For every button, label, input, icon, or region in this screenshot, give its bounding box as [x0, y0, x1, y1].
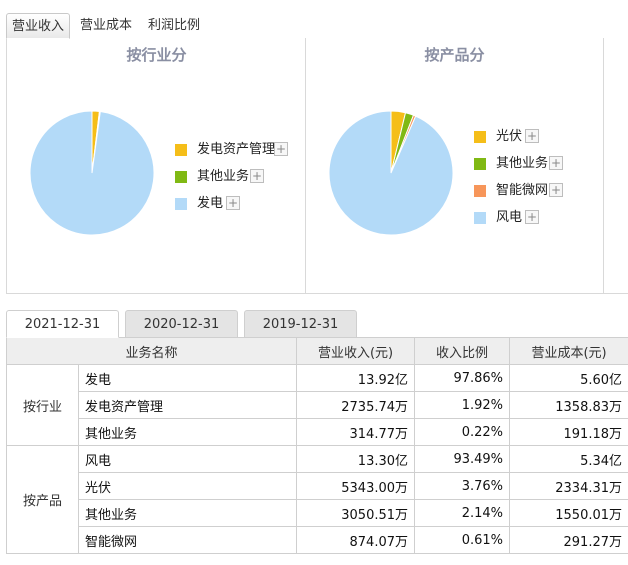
industry-chart-panel: 按行业分 发电资产管理 + 其他业务 + 发电 + — [6, 38, 307, 294]
row-revenue: 2735.74万 — [296, 391, 416, 419]
row-revenue: 13.92亿 — [296, 364, 416, 392]
row-ratio: 0.22% — [414, 418, 511, 446]
product-chart-title: 按产品分 — [424, 46, 485, 64]
row-name: 风电 — [77, 445, 298, 473]
row-ratio: 3.76% — [414, 472, 511, 500]
tab-date-2020[interactable]: 2020-12-31 — [125, 310, 238, 338]
row-name: 发电资产管理 — [77, 391, 298, 419]
expand-plus-icon[interactable]: + — [226, 196, 240, 210]
expand-plus-icon[interactable]: + — [525, 129, 539, 143]
header-ratio: 收入比例 — [414, 337, 511, 365]
row-ratio: 0.61% — [414, 526, 511, 554]
header-business-name: 业务名称 — [6, 337, 298, 365]
industry-chart-title: 按行业分 — [126, 46, 187, 64]
legend-swatch — [474, 212, 486, 224]
row-cost: 1358.83万 — [509, 391, 628, 419]
row-ratio: 93.49% — [414, 445, 511, 473]
row-revenue: 5343.00万 — [296, 472, 416, 500]
pie-slice-3[interactable] — [29, 110, 155, 236]
row-revenue: 13.30亿 — [296, 445, 416, 473]
group-cell-product: 按产品 — [6, 445, 79, 554]
row-cost: 291.27万 — [509, 526, 628, 554]
legend-swatch — [474, 158, 486, 170]
row-ratio: 97.86% — [414, 364, 511, 392]
row-cost: 5.60亿 — [509, 364, 628, 392]
expand-plus-icon[interactable]: + — [250, 169, 264, 183]
row-name: 其他业务 — [77, 499, 298, 527]
row-name: 光伏 — [77, 472, 298, 500]
table-row: 发电资产管理 2735.74万 1.92% 1358.83万 — [7, 391, 628, 419]
table-row: 智能微网 874.07万 0.61% 291.27万 — [7, 526, 628, 554]
legend-swatch — [175, 144, 187, 156]
row-name: 智能微网 — [77, 526, 298, 554]
table-row: 其他业务 3050.51万 2.14% 1550.01万 — [7, 499, 628, 527]
expand-plus-icon[interactable]: + — [525, 210, 539, 224]
row-ratio: 2.14% — [414, 499, 511, 527]
row-cost: 2334.31万 — [509, 472, 628, 500]
legend-label: 发电 — [197, 196, 224, 211]
expand-plus-icon[interactable]: + — [549, 183, 563, 197]
product-pie-chart — [328, 110, 454, 236]
legend-swatch — [175, 198, 187, 210]
legend-label: 其他业务 — [496, 156, 549, 171]
revenue-table-container: 业务名称 营业收入(元) 收入比例 营业成本(元) 按行业 发电 13.92亿 … — [6, 337, 628, 565]
table-row: 按行业 发电 13.92亿 97.86% 5.60亿 — [6, 364, 628, 446]
row-cost: 1550.01万 — [509, 499, 628, 527]
expand-plus-icon[interactable]: + — [549, 156, 563, 170]
pie-slice-4[interactable] — [328, 110, 454, 236]
legend-label: 光伏 — [496, 129, 523, 144]
chart-panels: 按行业分 发电资产管理 + 其他业务 + 发电 + 按产品分 光伏 + 其他业务… — [6, 38, 628, 295]
legend-label: 智能微网 — [496, 183, 549, 198]
row-revenue: 3050.51万 — [296, 499, 416, 527]
legend-label: 发电资产管理 — [197, 142, 276, 157]
date-tab-bar: 2021-12-31 2020-12-31 2019-12-31 — [6, 310, 628, 338]
group-cell-industry: 按行业 — [6, 364, 79, 446]
legend-swatch — [474, 185, 486, 197]
row-name: 发电 — [77, 364, 298, 392]
tab-profit-ratio[interactable]: 利润比例 — [144, 13, 204, 39]
revenue-breakdown-table: 业务名称 营业收入(元) 收入比例 营业成本(元) 按行业 发电 13.92亿 … — [6, 337, 628, 554]
row-name: 其他业务 — [77, 418, 298, 446]
legend-swatch — [175, 171, 187, 183]
legend-swatch — [474, 131, 486, 143]
row-revenue: 874.07万 — [296, 526, 416, 554]
product-chart-panel: 按产品分 光伏 + 其他业务 + 智能微网 + 风电 + — [305, 38, 604, 294]
next-chart-panel-edge — [603, 38, 628, 294]
table-row: 按产品 风电 13.30亿 93.49% 5.34亿 — [6, 445, 628, 554]
tab-date-2019[interactable]: 2019-12-31 — [244, 310, 357, 338]
header-cost: 营业成本(元) — [509, 337, 628, 365]
table-row: 其他业务 314.77万 0.22% 191.18万 — [7, 418, 628, 446]
table-row: 光伏 5343.00万 3.76% 2334.31万 — [7, 472, 628, 500]
legend-label: 风电 — [496, 210, 523, 225]
table-header-row: 业务名称 营业收入(元) 收入比例 营业成本(元) — [6, 337, 628, 365]
tab-date-2021[interactable]: 2021-12-31 — [6, 310, 119, 338]
row-revenue: 314.77万 — [296, 418, 416, 446]
industry-pie-chart — [29, 110, 155, 236]
tab-revenue[interactable]: 营业收入 — [6, 13, 70, 39]
tab-cost[interactable]: 营业成本 — [76, 13, 136, 39]
header-revenue: 营业收入(元) — [296, 337, 416, 365]
row-cost: 191.18万 — [509, 418, 628, 446]
legend-label: 其他业务 — [197, 169, 250, 184]
row-ratio: 1.92% — [414, 391, 511, 419]
expand-plus-icon[interactable]: + — [274, 142, 288, 156]
top-tab-bar: 营业收入 营业成本 利润比例 — [6, 10, 628, 39]
row-cost: 5.34亿 — [509, 445, 628, 473]
